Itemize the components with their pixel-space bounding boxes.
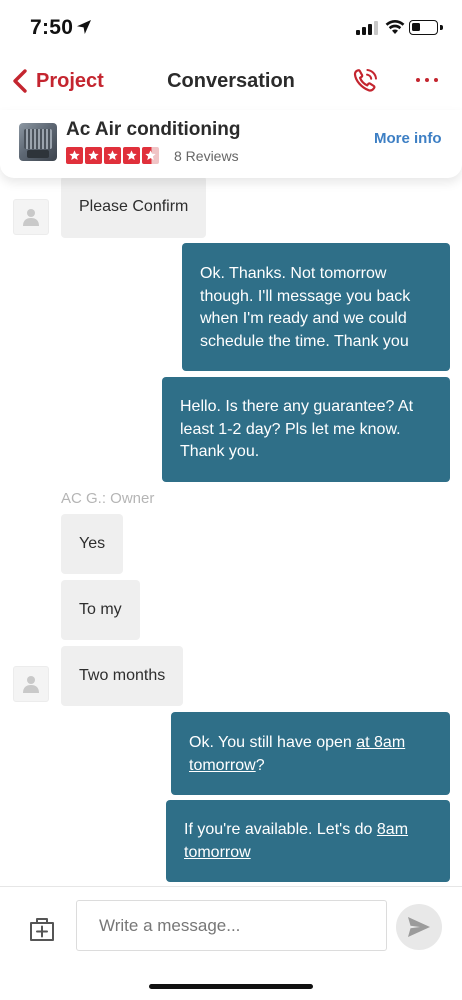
message-bubble-incoming: Please Confirm — [61, 178, 207, 238]
message-text: To my — [79, 600, 122, 618]
message-text: Yes — [79, 534, 106, 552]
user-silhouette-icon — [23, 676, 39, 693]
message-line: Ok. Thanks. Not tomorrow — [200, 265, 387, 282]
business-header: Ac Air conditioning 8 Reviews More info — [0, 110, 462, 178]
cellular-signal-icon — [356, 21, 378, 35]
dot — [425, 78, 429, 82]
more-info-link[interactable]: More info — [374, 130, 442, 147]
avatar — [13, 199, 49, 235]
home-indicator[interactable] — [149, 984, 313, 989]
time-link[interactable]: 8am — [377, 821, 408, 838]
message-bubble-incoming: To my — [61, 580, 140, 640]
message-line: tomorrow? — [189, 755, 432, 778]
star-icon — [123, 147, 140, 164]
message-line: Ok. You still have open at 8am — [189, 732, 432, 755]
status-time: 7:50 — [30, 16, 74, 39]
message-text: Two months — [79, 666, 166, 684]
dot — [416, 78, 420, 82]
message-bubble-outgoing: Ok. You still have open at 8am tomorrow? — [171, 712, 450, 795]
message-list[interactable]: Please Confirm Ok. Thanks. Not tomorrow … — [0, 178, 462, 886]
user-silhouette-icon — [23, 209, 39, 226]
dot — [434, 78, 438, 82]
message-text: Ok. You still have open — [189, 734, 357, 751]
message-line: Hello. Is there any guarantee? At — [180, 398, 414, 415]
battery-cap — [440, 25, 443, 30]
add-attachment-icon[interactable] — [27, 913, 57, 943]
star-rating — [66, 147, 159, 164]
message-bubble-outgoing: Hello. Is there any guarantee? At least … — [162, 377, 450, 482]
message-bubble-incoming: Two months — [61, 646, 184, 706]
nav-bar: Project Conversation — [0, 58, 462, 106]
review-count[interactable]: 8 Reviews — [174, 148, 239, 164]
message-text: ? — [255, 756, 265, 774]
star-icon — [85, 147, 102, 164]
message-line: tomorrow — [184, 842, 432, 865]
more-options-button[interactable] — [416, 78, 438, 82]
message-line: when I'm ready and we could — [200, 310, 407, 327]
message-text: If you're available. Let's do — [184, 821, 377, 838]
chevron-left-icon — [13, 69, 27, 93]
star-icon — [104, 147, 121, 164]
time-link[interactable]: at 8am — [356, 734, 405, 751]
sender-name: AC G.: Owner — [61, 490, 155, 507]
message-bubble-incoming: Yes — [61, 514, 124, 574]
message-line: though. I'll message you back — [200, 287, 411, 305]
time-link[interactable]: tomorrow — [189, 757, 256, 774]
avatar — [13, 666, 49, 702]
business-thumbnail[interactable] — [19, 123, 57, 161]
message-text: Please Confirm — [79, 197, 189, 215]
business-name: Ac Air conditioning — [66, 119, 241, 140]
time-link[interactable]: tomorrow — [184, 844, 251, 861]
status-bar: 7:50 — [0, 0, 462, 58]
back-button[interactable]: Project — [10, 68, 104, 94]
battery-icon — [409, 20, 438, 35]
message-bubble-outgoing: Ok. Thanks. Not tomorrow though. I'll me… — [182, 243, 450, 371]
message-line: schedule the time. Thank you — [200, 332, 409, 350]
message-input[interactable] — [76, 900, 387, 951]
message-composer — [0, 886, 462, 966]
message-bubble-outgoing: If you're available. Let's do 8am tomorr… — [166, 800, 450, 882]
battery-level-fill — [412, 23, 420, 31]
message-line: least 1-2 day? Pls let me know. — [180, 420, 401, 438]
half-star-icon — [142, 147, 159, 164]
send-button[interactable] — [396, 904, 442, 950]
phone-call-icon[interactable] — [350, 66, 380, 96]
wifi-icon — [385, 19, 405, 34]
message-line: Thank you. — [180, 443, 260, 460]
location-arrow-icon — [77, 20, 91, 34]
back-label: Project — [36, 69, 104, 92]
send-icon — [408, 917, 430, 937]
message-line: If you're available. Let's do 8am — [184, 819, 432, 842]
star-icon — [66, 147, 83, 164]
